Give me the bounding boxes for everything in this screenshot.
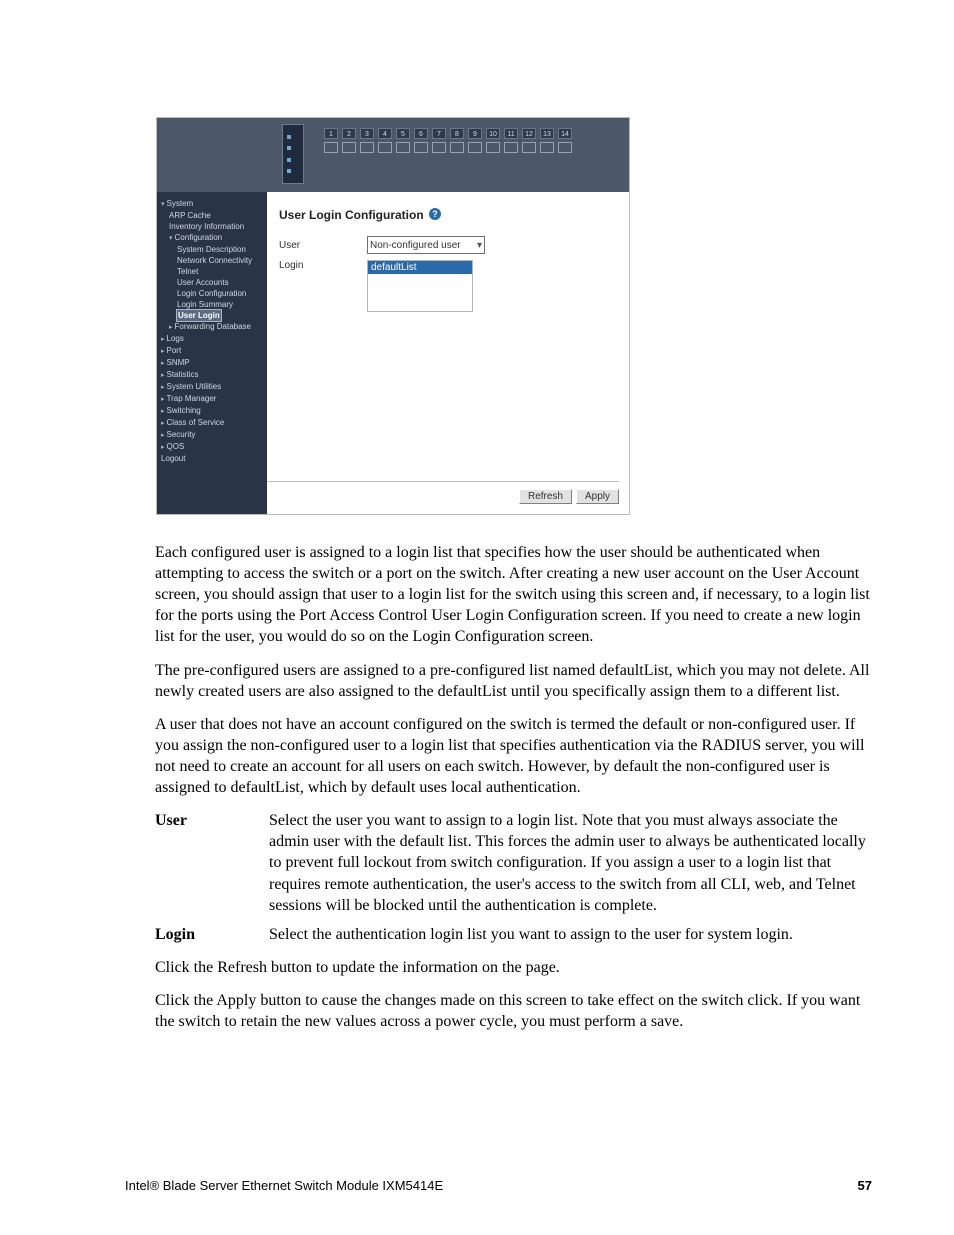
port-number: 14: [558, 128, 572, 139]
paragraph: The pre-configured users are assigned to…: [155, 660, 872, 702]
nav-item[interactable]: Logout: [161, 453, 263, 464]
user-label: User: [279, 240, 367, 251]
port-number: 2: [342, 128, 356, 139]
port-socket-icon: [486, 142, 500, 153]
port-number: 6: [414, 128, 428, 139]
port-number: 12: [522, 128, 536, 139]
nav-item[interactable]: User Login: [161, 310, 263, 321]
user-select[interactable]: Non-configured user▾: [367, 236, 485, 254]
nav-item[interactable]: ARP Cache: [161, 210, 263, 221]
chevron-down-icon: ▾: [473, 240, 482, 251]
nav-item[interactable]: Port: [161, 345, 263, 357]
port-socket-icon: [558, 142, 572, 153]
port-number: 4: [378, 128, 392, 139]
port-number: 1: [324, 128, 338, 139]
nav-item[interactable]: Telnet: [161, 266, 263, 277]
port-number: 9: [468, 128, 482, 139]
content-panel: User Login Configuration ? User Non-conf…: [267, 192, 629, 514]
port-number: 5: [396, 128, 410, 139]
port-socket-icon: [522, 142, 536, 153]
nav-item[interactable]: Configuration: [161, 232, 263, 244]
login-listbox[interactable]: defaultList: [367, 260, 473, 312]
port-socket-icon: [378, 142, 392, 153]
nav-item[interactable]: Inventory Information: [161, 221, 263, 232]
login-label: Login: [279, 260, 367, 271]
port-socket-icon: [342, 142, 356, 153]
embedded-screenshot: 1234567891011121314 SystemARP CacheInven…: [157, 118, 629, 514]
port-socket-icon: [468, 142, 482, 153]
paragraph: A user that does not have an account con…: [155, 714, 872, 798]
nav-item[interactable]: Logs: [161, 333, 263, 345]
nav-item[interactable]: Trap Manager: [161, 393, 263, 405]
help-icon[interactable]: ?: [429, 208, 441, 220]
nav-item[interactable]: Security: [161, 429, 263, 441]
port-socket-icon: [360, 142, 374, 153]
nav-item[interactable]: Forwarding Database: [161, 321, 263, 333]
port-number: 10: [486, 128, 500, 139]
port-socket-icon: [324, 142, 338, 153]
nav-item[interactable]: Switching: [161, 405, 263, 417]
port-number: 13: [540, 128, 554, 139]
port-panel: 1234567891011121314: [324, 128, 572, 153]
page-footer: Intel® Blade Server Ethernet Switch Modu…: [125, 1178, 872, 1193]
port-socket-icon: [504, 142, 518, 153]
paragraph: Click the Refresh button to update the i…: [155, 957, 872, 978]
port-socket-icon: [414, 142, 428, 153]
paragraph: Click the Apply button to cause the chan…: [155, 990, 872, 1032]
nav-item[interactable]: SNMP: [161, 357, 263, 369]
nav-item[interactable]: Class of Service: [161, 417, 263, 429]
port-number: 11: [504, 128, 518, 139]
nav-item[interactable]: User Accounts: [161, 277, 263, 288]
apply-button[interactable]: Apply: [576, 489, 619, 504]
nav-item[interactable]: System: [161, 198, 263, 210]
port-number: 8: [450, 128, 464, 139]
port-socket-icon: [450, 142, 464, 153]
port-socket-icon: [396, 142, 410, 153]
port-number: 3: [360, 128, 374, 139]
def-desc-user: Select the user you want to assign to a …: [269, 810, 872, 916]
nav-item[interactable]: System Utilities: [161, 381, 263, 393]
def-term-login: Login: [155, 924, 269, 945]
nav-item[interactable]: Login Configuration: [161, 288, 263, 299]
chassis-icon: [282, 124, 304, 184]
footer-product: Intel® Blade Server Ethernet Switch Modu…: [125, 1178, 443, 1193]
footer-page-number: 57: [858, 1178, 872, 1193]
nav-item[interactable]: System Description: [161, 244, 263, 255]
def-term-user: User: [155, 810, 269, 916]
paragraph: Each configured user is assigned to a lo…: [155, 542, 872, 648]
login-listbox-selected[interactable]: defaultList: [368, 261, 472, 274]
def-desc-login: Select the authentication login list you…: [269, 924, 872, 945]
nav-item[interactable]: Statistics: [161, 369, 263, 381]
nav-item[interactable]: Login Summary: [161, 299, 263, 310]
nav-item[interactable]: Network Connectivity: [161, 255, 263, 266]
definition-list: User Select the user you want to assign …: [155, 810, 872, 945]
screenshot-banner: 1234567891011121314: [157, 118, 629, 192]
nav-item[interactable]: QOS: [161, 441, 263, 453]
panel-title: User Login Configuration ?: [279, 208, 621, 222]
port-socket-icon: [432, 142, 446, 153]
refresh-button[interactable]: Refresh: [519, 489, 572, 504]
nav-tree: SystemARP CacheInventory InformationConf…: [157, 192, 267, 514]
port-number: 7: [432, 128, 446, 139]
port-socket-icon: [540, 142, 554, 153]
